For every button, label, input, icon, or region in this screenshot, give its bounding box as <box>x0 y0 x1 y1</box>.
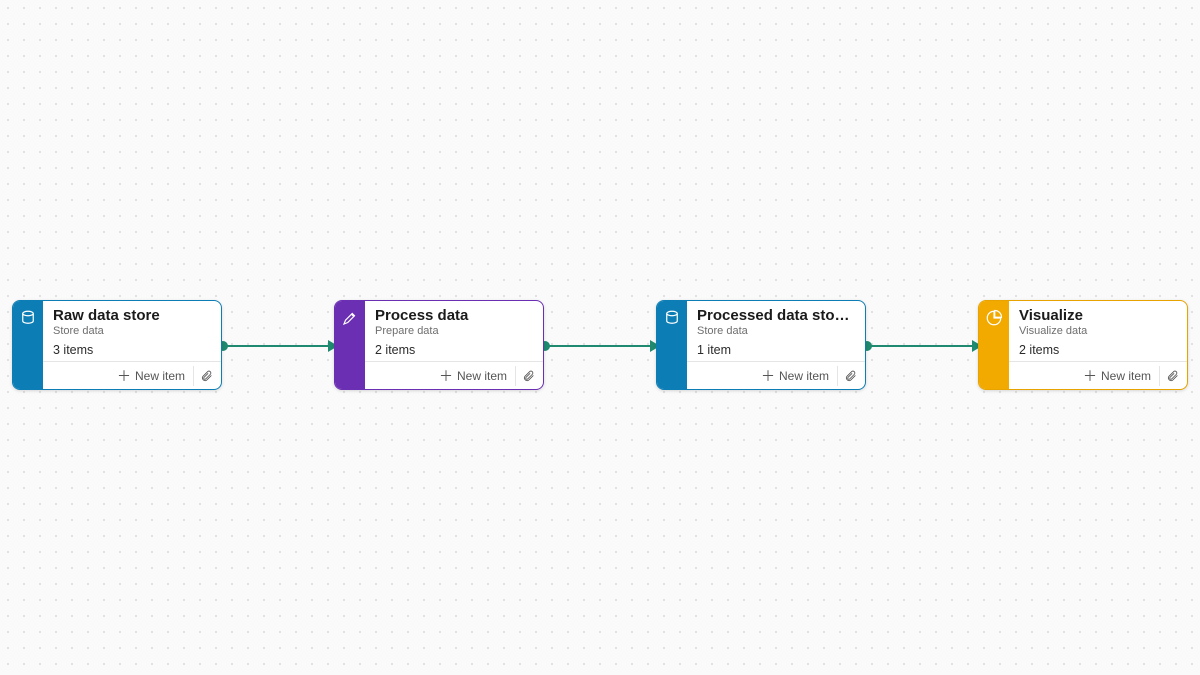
pie-chart-icon <box>979 301 1009 389</box>
plus-icon: ＋ <box>439 369 453 383</box>
attach-button[interactable] <box>1159 366 1179 386</box>
connector-line <box>867 345 973 347</box>
plus-icon: ＋ <box>1083 369 1097 383</box>
attach-button[interactable] <box>515 366 535 386</box>
node-visualize[interactable]: Visualize Visualize data 2 items ＋ New i… <box>978 300 1188 390</box>
database-icon <box>657 301 687 389</box>
node-title: Process data <box>375 307 533 324</box>
attach-button[interactable] <box>193 366 213 386</box>
new-item-label: New item <box>1101 369 1151 383</box>
plus-icon: ＋ <box>761 369 775 383</box>
node-title: Raw data store <box>53 307 211 324</box>
new-item-label: New item <box>457 369 507 383</box>
new-item-label: New item <box>135 369 185 383</box>
pipeline-canvas[interactable]: Raw data store Store data 3 items ＋ New … <box>0 0 1200 675</box>
paperclip-icon <box>522 369 535 383</box>
database-icon <box>13 301 43 389</box>
node-subtitle: Prepare data <box>375 325 533 337</box>
node-item-count: 3 items <box>53 343 211 357</box>
node-processed-data-store[interactable]: Processed data sto… Store data 1 item ＋ … <box>656 300 866 390</box>
node-process-data[interactable]: Process data Prepare data 2 items ＋ New … <box>334 300 544 390</box>
connector-line <box>545 345 651 347</box>
plus-icon: ＋ <box>117 369 131 383</box>
attach-button[interactable] <box>837 366 857 386</box>
node-item-count: 2 items <box>1019 343 1177 357</box>
node-raw-data-store[interactable]: Raw data store Store data 3 items ＋ New … <box>12 300 222 390</box>
node-subtitle: Store data <box>697 325 855 337</box>
node-title: Processed data sto… <box>697 307 855 324</box>
node-title: Visualize <box>1019 307 1177 324</box>
new-item-button[interactable]: ＋ New item <box>439 369 507 383</box>
new-item-button[interactable]: ＋ New item <box>117 369 185 383</box>
paperclip-icon <box>844 369 857 383</box>
new-item-button[interactable]: ＋ New item <box>1083 369 1151 383</box>
brush-icon <box>335 301 365 389</box>
new-item-button[interactable]: ＋ New item <box>761 369 829 383</box>
node-subtitle: Store data <box>53 325 211 337</box>
paperclip-icon <box>200 369 213 383</box>
node-item-count: 2 items <box>375 343 533 357</box>
node-subtitle: Visualize data <box>1019 325 1177 337</box>
node-item-count: 1 item <box>697 343 855 357</box>
new-item-label: New item <box>779 369 829 383</box>
paperclip-icon <box>1166 369 1179 383</box>
connector-line <box>223 345 329 347</box>
